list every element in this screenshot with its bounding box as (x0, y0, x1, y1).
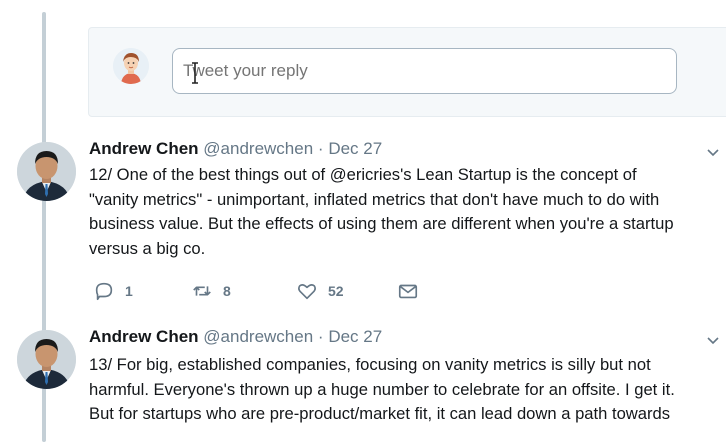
tweet-text-line: harmful. Everyone's thrown up a huge num… (89, 379, 675, 399)
tweet-text: 12/ One of the best things out of @ericr… (89, 163, 723, 261)
tweet-header: Andrew Chen @andrewchen · Dec 27 (89, 139, 382, 159)
retweet-count: 8 (223, 283, 231, 299)
author-handle[interactable]: @andrewchen (203, 139, 313, 158)
tweet-text-line: versus a big co. (89, 238, 206, 258)
chevron-down-icon[interactable] (705, 332, 721, 348)
chevron-down-icon[interactable] (705, 144, 721, 160)
reply-input[interactable] (172, 48, 677, 94)
retweet-icon (193, 286, 211, 296)
author-name[interactable]: Andrew Chen (89, 139, 199, 158)
retweet-button[interactable]: 8 (191, 279, 231, 303)
text-cursor-icon (192, 62, 198, 84)
author-name[interactable]: Andrew Chen (89, 327, 199, 346)
like-count: 52 (328, 283, 344, 299)
reply-user-avatar (113, 48, 149, 84)
like-button[interactable]: 52 (296, 279, 344, 303)
envelope-icon (398, 284, 418, 299)
tweet-text-line: "vanity metrics" - unimportant, inflated… (89, 189, 660, 209)
tweet-text-line: 12/ One of the best things out of @ericr… (89, 165, 637, 184)
tweet-date[interactable]: Dec 27 (328, 139, 382, 158)
reply-count: 1 (125, 283, 133, 299)
tweet-text-line: 13/ For big, established companies, focu… (89, 355, 651, 374)
separator-dot: · (317, 327, 324, 346)
tweet-text-line: But for startups who are pre-product/mar… (89, 404, 671, 423)
direct-message-button[interactable] (397, 279, 419, 303)
separator-dot: · (317, 139, 324, 158)
tweet-author-avatar[interactable] (17, 142, 76, 201)
tweet-header: Andrew Chen @andrewchen · Dec 27 (89, 327, 382, 347)
tweet-date[interactable]: Dec 27 (328, 327, 382, 346)
tweet-author-avatar[interactable] (17, 330, 76, 389)
reply-icon (95, 282, 113, 301)
author-handle[interactable]: @andrewchen (203, 327, 313, 346)
tweet-actions: 1 8 52 (89, 279, 489, 303)
tweet-text-line: business value. But the effects of using… (89, 214, 674, 233)
heart-icon (298, 284, 316, 300)
reply-button[interactable]: 1 (93, 279, 133, 303)
tweet-text: 13/ For big, established companies, focu… (89, 353, 723, 427)
